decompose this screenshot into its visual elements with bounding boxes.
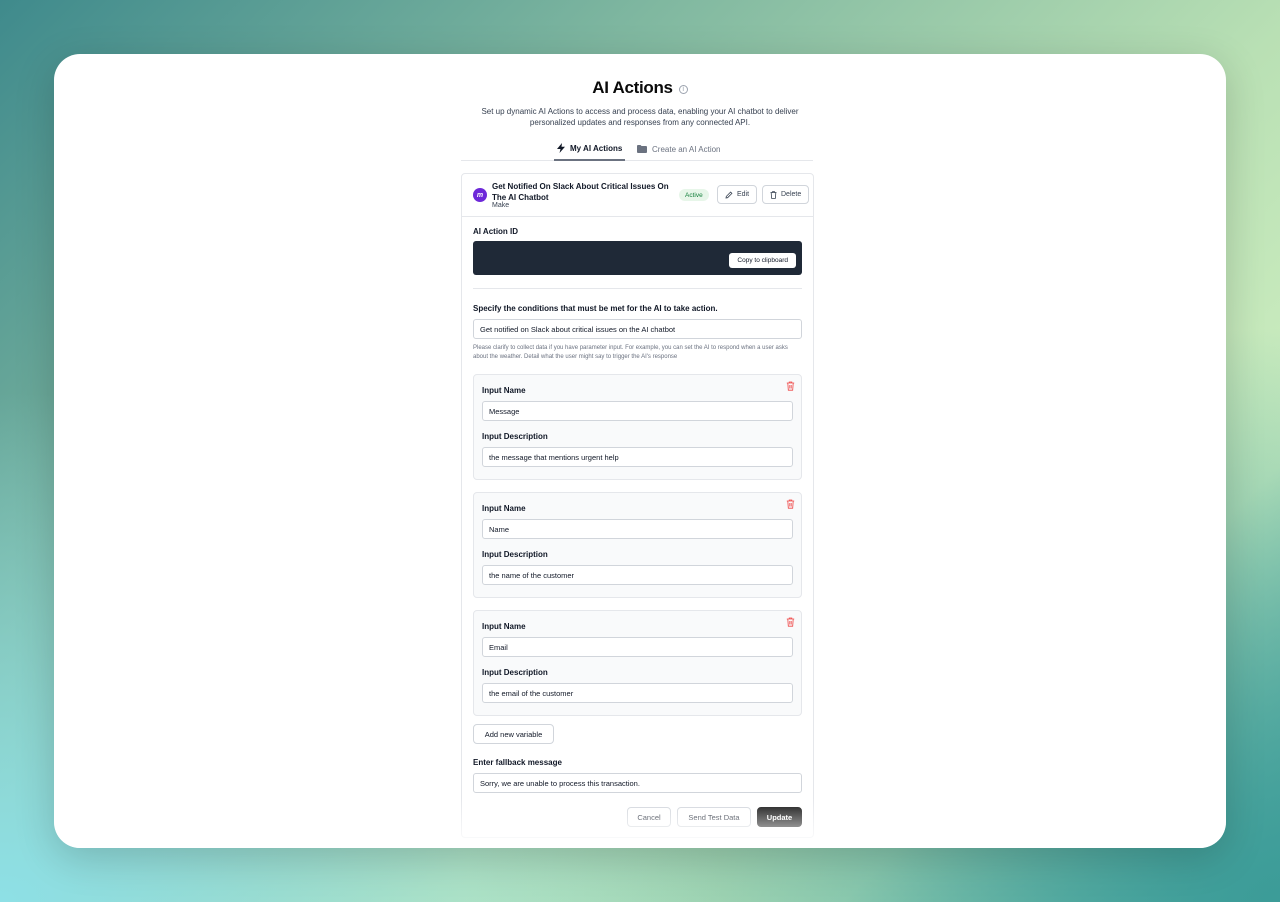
trash-icon[interactable] [786, 381, 795, 391]
input-description-label: Input Description [482, 668, 548, 677]
input-name-label: Input Name [482, 504, 526, 513]
conditions-help-text: Please clarify to collect data if you ha… [473, 345, 788, 360]
page-subtitle: Set up dynamic AI Actions to access and … [481, 107, 799, 127]
variable-card: Input Name Message Input Description the… [473, 374, 802, 480]
tab-my-ai-actions[interactable]: My AI Actions [554, 137, 626, 161]
input-description-field[interactable]: the message that mentions urgent help [482, 447, 793, 467]
trash-icon [770, 190, 777, 199]
conditions-label: Specify the conditions that must be met … [473, 304, 718, 313]
card-header: m Get Notified On Slack About Critical I… [462, 174, 813, 217]
page-header: AI Actions i Set up dynamic AI Actions t… [54, 78, 1226, 128]
input-name-label: Input Name [482, 622, 526, 631]
action-id-label: AI Action ID [473, 227, 519, 236]
delete-button[interactable]: Delete [762, 185, 810, 204]
ai-action-card: m Get Notified On Slack About Critical I… [461, 173, 814, 838]
make-logo: m [473, 188, 487, 202]
folder-icon [637, 145, 647, 153]
input-description-label: Input Description [482, 432, 548, 441]
tab-bar: My AI Actions Create an AI Action [461, 137, 813, 161]
tab-label: Create an AI Action [652, 144, 721, 154]
info-icon[interactable]: i [678, 84, 688, 94]
action-id-box: Copy to clipboard [473, 241, 802, 275]
action-provider: Make [492, 202, 510, 209]
input-description-label: Input Description [482, 550, 548, 559]
trash-icon[interactable] [786, 617, 795, 627]
cancel-button[interactable]: Cancel [627, 807, 671, 827]
input-description-field[interactable]: the name of the customer [482, 565, 793, 585]
fallback-message-input[interactable]: Sorry, we are unable to process this tra… [473, 773, 802, 793]
update-button[interactable]: Update [757, 807, 802, 827]
pencil-icon [725, 191, 733, 199]
variable-card: Input Name Email Input Description the e… [473, 610, 802, 716]
action-title: Get Notified On Slack About Critical Iss… [492, 182, 669, 202]
tab-create-ai-action[interactable]: Create an AI Action [634, 137, 724, 161]
input-name-field[interactable]: Email [482, 637, 793, 657]
input-name-label: Input Name [482, 386, 526, 395]
trash-icon[interactable] [786, 499, 795, 509]
app-window: AI Actions i Set up dynamic AI Actions t… [54, 54, 1226, 848]
lightning-icon [557, 143, 565, 153]
conditions-input[interactable]: Get notified on Slack about critical iss… [473, 319, 802, 339]
send-test-data-button[interactable]: Send Test Data [677, 807, 751, 827]
input-name-field[interactable]: Name [482, 519, 793, 539]
tab-label: My AI Actions [570, 143, 623, 153]
divider [473, 288, 802, 289]
page-title: AI Actions [592, 78, 673, 97]
edit-button[interactable]: Edit [717, 185, 758, 204]
add-new-variable-button[interactable]: Add new variable [473, 724, 554, 744]
copy-to-clipboard-button[interactable]: Copy to clipboard [729, 253, 796, 268]
input-description-field[interactable]: the email of the customer [482, 683, 793, 703]
status-badge: Active [679, 189, 709, 201]
variable-card: Input Name Name Input Description the na… [473, 492, 802, 598]
fallback-label: Enter fallback message [473, 758, 562, 767]
input-name-field[interactable]: Message [482, 401, 793, 421]
